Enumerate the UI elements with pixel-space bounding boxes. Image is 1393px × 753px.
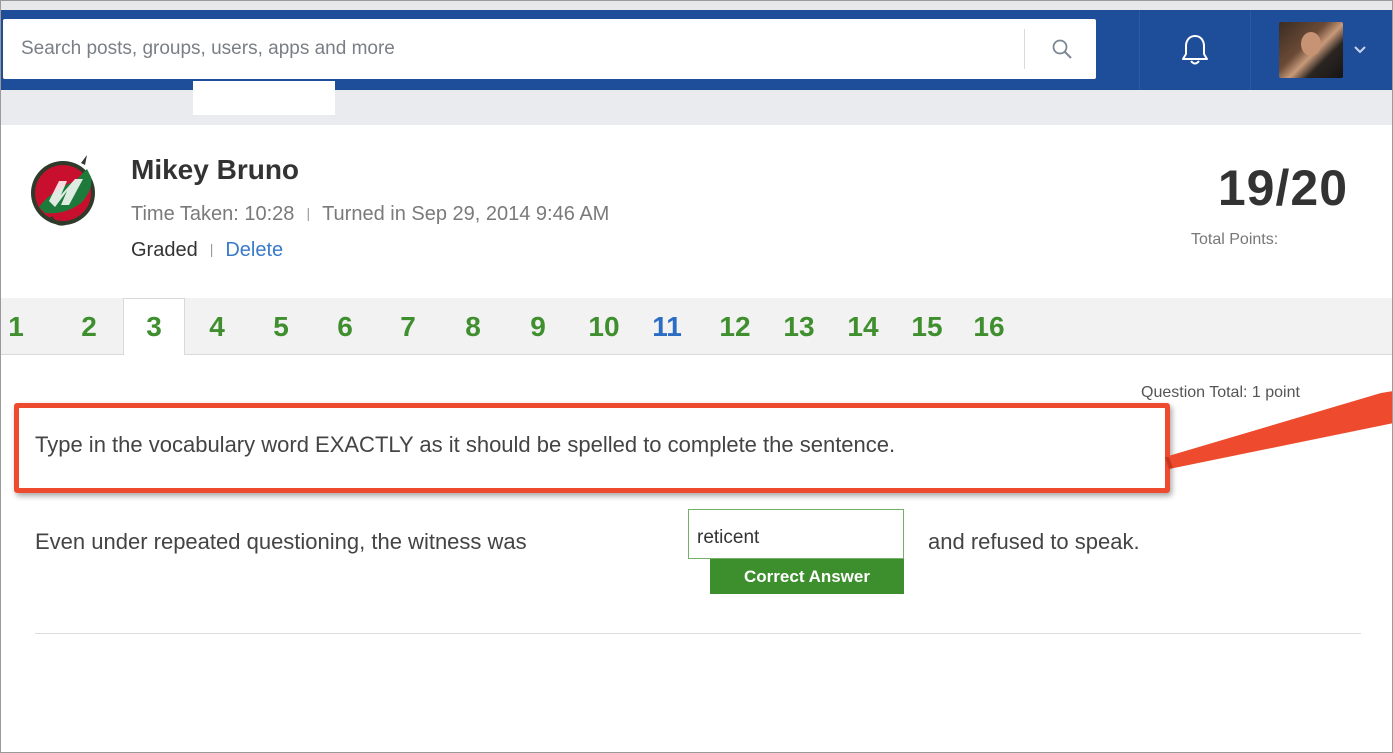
tab-question-2[interactable]: 2 (69, 298, 109, 355)
bell-icon (1182, 35, 1208, 65)
chevron-down-icon (1354, 46, 1366, 54)
tab-question-5[interactable]: 5 (261, 298, 301, 355)
tab-question-12[interactable]: 12 (707, 298, 763, 355)
annotation-arrow-icon (1165, 391, 1392, 469)
tab-question-1[interactable]: 1 (1, 298, 31, 355)
tab-question-6[interactable]: 6 (325, 298, 365, 355)
active-nav-tab-indicator (193, 81, 335, 115)
search-divider (1024, 29, 1025, 69)
search-bar (3, 19, 1096, 79)
answer-input[interactable] (688, 509, 904, 559)
tab-question-14[interactable]: 14 (835, 298, 891, 355)
turned-in-date: Turned in Sep 29, 2014 9:46 AM (322, 203, 610, 225)
total-points-label: Total Points: (1191, 231, 1279, 248)
correct-answer-badge: Correct Answer (710, 559, 904, 594)
sentence-before-blank: Even under repeated questioning, the wit… (35, 529, 527, 554)
separator: | (306, 205, 311, 221)
time-taken: Time Taken: 10:28 (131, 203, 295, 225)
tab-question-16[interactable]: 16 (961, 298, 1017, 355)
tab-question-9[interactable]: 9 (518, 298, 558, 355)
profile-menu-button[interactable] (1265, 10, 1392, 90)
notifications-button[interactable] (1139, 10, 1251, 90)
student-name: Mikey Bruno (131, 154, 300, 185)
tab-question-7[interactable]: 7 (388, 298, 428, 355)
tab-question-4[interactable]: 4 (197, 298, 237, 355)
tab-question-11[interactable]: 11 (642, 298, 692, 355)
search-icon (1052, 39, 1072, 59)
delete-link[interactable]: Delete (225, 239, 283, 261)
tab-question-13[interactable]: 13 (771, 298, 827, 355)
tab-question-10[interactable]: 10 (579, 298, 629, 355)
annotation-highlight-box (14, 403, 1170, 493)
submission-status: Graded | Delete (131, 239, 283, 262)
tab-question-3[interactable]: 3 (123, 298, 185, 355)
total-score: 19/20 (1217, 160, 1348, 216)
separator: | (209, 241, 214, 257)
tab-question-8[interactable]: 8 (453, 298, 493, 355)
team-logo-icon (31, 155, 95, 226)
search-button[interactable] (1029, 19, 1095, 79)
submission-meta: Time Taken: 10:28 | Turned in Sep 29, 2014… (131, 203, 609, 226)
app-window: Mikey Bruno Time Taken: 10:28 | Turned in … (0, 0, 1393, 753)
tab-question-15[interactable]: 15 (899, 298, 955, 355)
avatar (1279, 22, 1343, 78)
section-divider (35, 633, 1361, 634)
sentence-after-blank: and refused to speak. (928, 529, 1140, 554)
graded-status: Graded (131, 239, 198, 261)
search-input[interactable] (21, 19, 1011, 79)
